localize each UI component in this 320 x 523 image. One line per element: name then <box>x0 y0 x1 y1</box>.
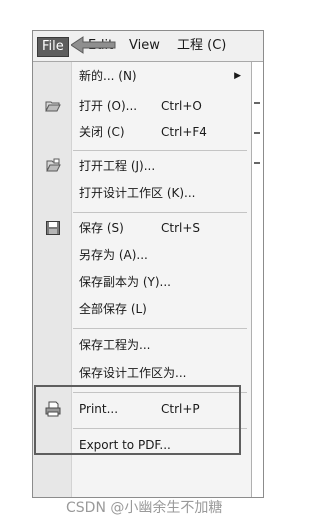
menu-item-open[interactable]: 打开 (O)... Ctrl+O <box>33 94 251 118</box>
menu-item-save-workspace-as[interactable]: 保存设计工作区为... <box>33 361 251 385</box>
menu-view[interactable]: View <box>129 37 160 55</box>
menu-separator <box>73 212 247 213</box>
menu-item-label: 打开工程 (J)... <box>79 159 156 173</box>
menu-item-close[interactable]: 关闭 (C) Ctrl+F4 <box>33 120 251 144</box>
floppy-disk-icon <box>46 221 60 235</box>
menu-item-save-as[interactable]: 另存为 (A)... <box>33 243 251 267</box>
folder-open-icon <box>45 101 61 112</box>
menu-item-label: 全部保存 (L) <box>79 302 147 316</box>
menu-item-label: 关闭 (C) <box>79 125 125 139</box>
menu-item-label: 新的... (N) <box>79 69 137 83</box>
annotation-highlight-box <box>34 385 241 455</box>
menu-bar: File Edit View 工程 (C) <box>33 31 263 62</box>
menu-file[interactable]: File <box>37 37 69 57</box>
pointer-arrow-icon <box>71 36 116 54</box>
watermark-text: CSDN @小幽余生不加糖 <box>66 500 223 516</box>
menu-project[interactable]: 工程 (C) <box>177 37 226 55</box>
menu-item-shortcut: Ctrl+O <box>161 99 202 113</box>
menu-separator <box>73 328 247 329</box>
menu-separator <box>73 150 247 151</box>
menu-item-save[interactable]: 保存 (S) Ctrl+S <box>33 216 251 240</box>
menu-item-label: 打开设计工作区 (K)... <box>79 186 196 200</box>
menu-item-open-workspace[interactable]: 打开设计工作区 (K)... <box>33 181 251 205</box>
menu-item-label: 打开 (O)... <box>79 99 138 113</box>
menu-item-label: 保存设计工作区为... <box>79 366 187 380</box>
menu-item-save-project-as[interactable]: 保存工程为... <box>33 333 251 357</box>
menu-item-label: 保存副本为 (Y)... <box>79 275 171 289</box>
menu-item-save-all[interactable]: 全部保存 (L) <box>33 297 251 321</box>
menu-item-shortcut: Ctrl+F4 <box>161 125 207 139</box>
menu-item-label: 另存为 (A)... <box>79 248 148 262</box>
menu-item-label: 保存工程为... <box>79 338 151 352</box>
menu-item-new[interactable]: 新的... (N) ▶ <box>33 64 251 88</box>
menu-item-label: 保存 (S) <box>79 221 124 235</box>
menu-item-shortcut: Ctrl+S <box>161 221 201 235</box>
menu-item-open-project[interactable]: 打开工程 (J)... <box>33 154 251 178</box>
project-open-icon <box>46 158 61 172</box>
menu-item-save-copy-as[interactable]: 保存副本为 (Y)... <box>33 270 251 294</box>
submenu-arrow-icon: ▶ <box>234 71 241 81</box>
